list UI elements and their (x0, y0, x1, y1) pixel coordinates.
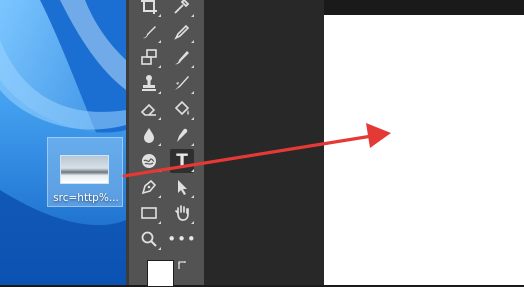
eyedropper-tool-icon[interactable] (170, 0, 194, 18)
desktop-file-icon[interactable]: src=http%... (47, 137, 123, 207)
desktop-file-label: src=http%... (53, 192, 119, 204)
path-selection-icon[interactable] (170, 175, 194, 199)
swap-colors-icon[interactable] (177, 259, 189, 271)
hand-tool-icon[interactable] (170, 201, 194, 225)
type-tool-glyph: T (176, 150, 188, 171)
eraser-tool-icon[interactable] (137, 97, 161, 121)
clone-stamp-icon[interactable] (137, 45, 161, 69)
image-thumbnail (61, 156, 108, 183)
paint-bucket-icon[interactable] (170, 97, 194, 121)
art-history-brush-icon[interactable] (170, 71, 194, 95)
foreground-color-swatch[interactable] (147, 260, 174, 287)
desktop-area: src=http%... (0, 0, 126, 285)
toolbar-edge (126, 0, 129, 285)
rectangle-tool-icon[interactable] (137, 201, 161, 225)
healing-brush-icon[interactable] (137, 20, 161, 44)
zoom-tool-icon[interactable] (137, 227, 161, 251)
type-tool-icon[interactable]: T (170, 149, 194, 173)
blur-tool-icon[interactable] (137, 123, 161, 147)
more-tools-glyph: ••• (167, 230, 197, 248)
dodge-tool-icon[interactable] (137, 149, 161, 173)
pen-tool-icon[interactable] (137, 175, 161, 199)
document-canvas[interactable] (324, 15, 524, 285)
workspace-background (204, 0, 324, 285)
brush-tool-icon[interactable] (170, 20, 194, 44)
history-brush-icon[interactable] (170, 45, 194, 69)
crop-tool-icon[interactable] (137, 0, 161, 18)
stamp-tool-icon[interactable] (137, 71, 161, 95)
smudge-tool-icon[interactable] (170, 123, 194, 147)
more-tools-icon[interactable]: ••• (167, 227, 197, 251)
